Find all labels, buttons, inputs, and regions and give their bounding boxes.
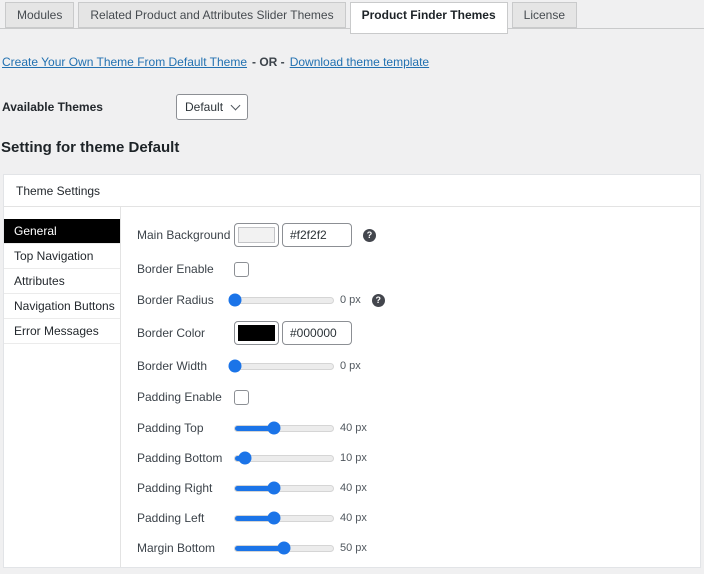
tab-license[interactable]: License: [512, 2, 577, 28]
main-background-hex-input[interactable]: [282, 223, 352, 247]
sidebar-item-navigation-buttons[interactable]: Navigation Buttons: [4, 294, 120, 319]
border-color-color-swatch[interactable]: [234, 321, 279, 345]
field-row-border-radius: Border Radius 0 px?: [137, 285, 700, 315]
or-separator: - OR -: [252, 55, 285, 69]
padding-bottom-slider[interactable]: [234, 455, 334, 462]
field-label: Padding Left: [137, 511, 234, 525]
slider-value: 0 px: [340, 294, 361, 306]
slider-value: 40 px: [340, 482, 367, 494]
slider-thumb[interactable]: [268, 482, 281, 495]
tab-bar: ModulesRelated Product and Attributes Sl…: [0, 0, 704, 29]
create-own-theme-link[interactable]: Create Your Own Theme From Default Theme: [2, 55, 247, 69]
field-row-border-color: Border Color: [137, 315, 700, 351]
settings-sidebar: GeneralTop NavigationAttributesNavigatio…: [4, 207, 121, 567]
field-row-padding-enable: Padding Enable: [137, 381, 700, 413]
slider-thumb[interactable]: [278, 542, 291, 555]
theme-links: Create Your Own Theme From Default Theme…: [2, 55, 429, 69]
tab-related-product-and-attributes-slider-themes[interactable]: Related Product and Attributes Slider Th…: [78, 2, 345, 28]
field-row-border-width: Border Width 0 px: [137, 351, 700, 381]
tab-modules[interactable]: Modules: [5, 2, 74, 28]
main-background-color-swatch[interactable]: [234, 223, 279, 247]
field-label: Padding Top: [137, 421, 234, 435]
field-label: Padding Bottom: [137, 451, 234, 465]
panel-header: Theme Settings: [4, 175, 700, 207]
sidebar-item-general[interactable]: General: [4, 219, 120, 244]
settings-fields: Main Background? Border Enable Border Radi…: [121, 207, 700, 567]
border-enable-checkbox[interactable]: [234, 262, 249, 277]
padding-left-slider[interactable]: [234, 515, 334, 522]
field-label: Border Enable: [137, 262, 234, 276]
color-swatch-preview: [238, 325, 275, 341]
field-row-border-enable: Border Enable: [137, 253, 700, 285]
theme-select[interactable]: Default: [176, 94, 248, 120]
sidebar-item-attributes[interactable]: Attributes: [4, 269, 120, 294]
color-swatch-preview: [238, 227, 275, 243]
field-label: Padding Right: [137, 481, 234, 495]
panel-body: GeneralTop NavigationAttributesNavigatio…: [4, 207, 700, 567]
margin-bottom-slider[interactable]: [234, 545, 334, 552]
field-label: Border Width: [137, 359, 234, 373]
padding-right-slider[interactable]: [234, 485, 334, 492]
field-label: Border Color: [137, 326, 234, 340]
border-radius-slider[interactable]: [234, 297, 334, 304]
theme-settings-panel: Theme Settings GeneralTop NavigationAttr…: [3, 174, 701, 568]
slider-thumb[interactable]: [268, 422, 281, 435]
field-row-padding-bottom: Padding Bottom 10 px: [137, 443, 700, 473]
slider-thumb[interactable]: [229, 360, 242, 373]
slider-value: 50 px: [340, 542, 367, 554]
slider-value: 0 px: [340, 360, 361, 372]
slider-value: 40 px: [340, 422, 367, 434]
border-width-slider[interactable]: [234, 363, 334, 370]
tab-product-finder-themes[interactable]: Product Finder Themes: [350, 2, 508, 34]
field-row-padding-right: Padding Right 40 px: [137, 473, 700, 503]
help-icon[interactable]: ?: [372, 294, 385, 307]
slider-thumb[interactable]: [229, 294, 242, 307]
slider-value: 10 px: [340, 452, 367, 464]
sidebar-item-top-navigation[interactable]: Top Navigation: [4, 244, 120, 269]
sidebar-item-error-messages[interactable]: Error Messages: [4, 319, 120, 344]
field-label: Margin Bottom: [137, 541, 234, 555]
border-color-hex-input[interactable]: [282, 321, 352, 345]
padding-top-slider[interactable]: [234, 425, 334, 432]
field-row-padding-left: Padding Left 40 px: [137, 503, 700, 533]
slider-thumb[interactable]: [268, 512, 281, 525]
field-label: Main Background: [137, 228, 234, 242]
page-title: Setting for theme Default: [1, 139, 179, 156]
field-label: Border Radius: [137, 293, 234, 307]
download-theme-template-link[interactable]: Download theme template: [290, 55, 429, 69]
available-themes-label: Available Themes: [2, 100, 176, 114]
slider-thumb[interactable]: [238, 452, 251, 465]
available-themes-row: Available Themes Default: [2, 94, 248, 120]
field-row-padding-top: Padding Top 40 px: [137, 413, 700, 443]
field-row-main-background: Main Background?: [137, 217, 700, 253]
help-icon[interactable]: ?: [363, 229, 376, 242]
theme-select-value: Default: [185, 100, 223, 114]
padding-enable-checkbox[interactable]: [234, 390, 249, 405]
slider-value: 40 px: [340, 512, 367, 524]
chevron-down-icon: [231, 100, 241, 110]
field-label: Padding Enable: [137, 390, 234, 404]
field-row-margin-bottom: Margin Bottom 50 px: [137, 533, 700, 563]
